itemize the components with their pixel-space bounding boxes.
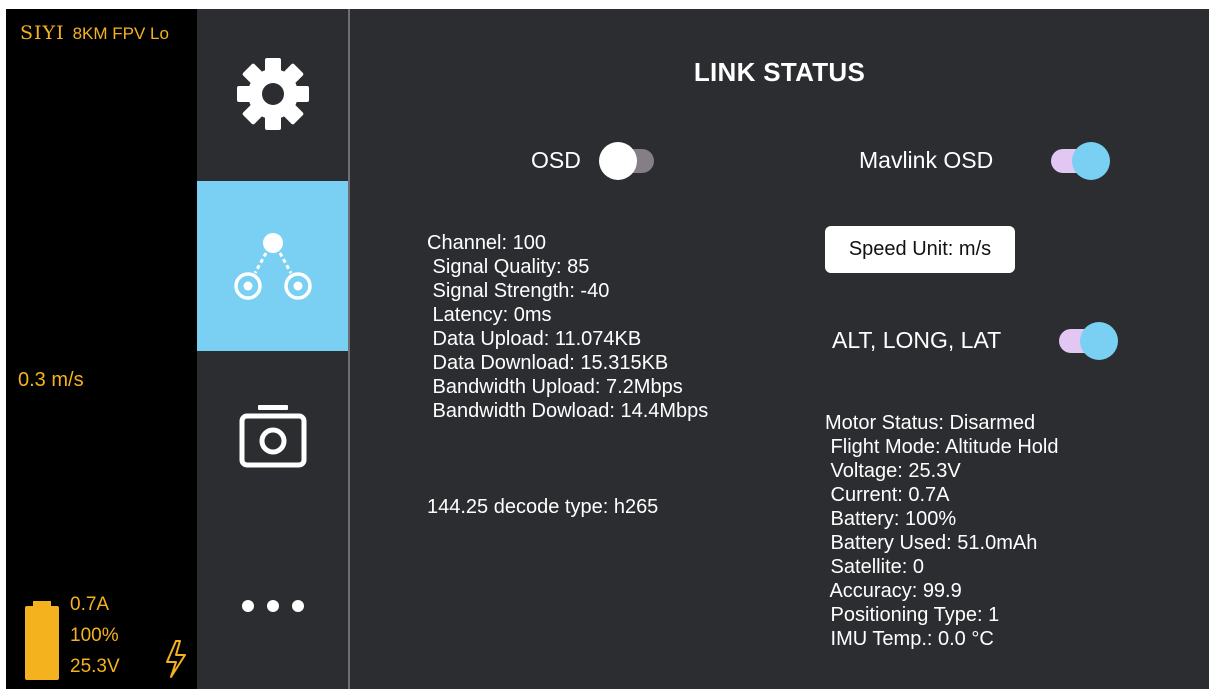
sidebar xyxy=(197,9,348,689)
flight-info-line: Current: 0.7A xyxy=(825,484,950,506)
link-nodes-icon xyxy=(233,233,312,300)
flight-info-line: IMU Temp.: 0.0 °C xyxy=(825,628,994,650)
link-info-line: Bandwidth Dowload: 14.4Mbps xyxy=(427,400,709,422)
battery-voltage: 25.3V xyxy=(70,656,120,677)
speed-readout: 0.3 m/s xyxy=(18,369,84,391)
sidebar-item-more[interactable] xyxy=(197,521,348,689)
sidebar-item-settings[interactable] xyxy=(197,9,348,179)
battery-icon xyxy=(25,601,59,680)
link-info-line: Data Upload: 11.074KB xyxy=(427,328,642,350)
mavlink-osd-toggle[interactable] xyxy=(1051,142,1110,180)
link-info-line: Channel: 100 xyxy=(427,232,546,254)
app-screen: SIYI 8KM FPV Lo 0.3 m/s 0.7A 100% 25.3V xyxy=(6,9,1209,689)
link-info-line: Latency: 0ms xyxy=(427,304,552,326)
flight-info-line: Flight Mode: Altitude Hold xyxy=(825,436,1059,458)
link-info-line: Signal Strength: -40 xyxy=(427,280,610,302)
flight-info-line: Satellite: 0 xyxy=(825,556,924,578)
flight-info-line: Battery Used: 51.0mAh xyxy=(825,532,1038,554)
flight-info-line: Voltage: 25.3V xyxy=(825,460,961,482)
gear-icon xyxy=(236,58,309,130)
brand-text: 8KM FPV Lo xyxy=(72,24,169,43)
sidebar-item-link-status[interactable] xyxy=(197,181,348,351)
mavlink-osd-label: Mavlink OSD xyxy=(859,147,994,173)
link-info-list: Channel: 100 Signal Quality: 85 Signal S… xyxy=(427,231,708,423)
brand-logo: SIYI xyxy=(20,22,65,44)
alt-long-lat-toggle[interactable] xyxy=(1059,322,1118,360)
flight-info-line: Accuracy: 99.9 xyxy=(825,580,962,602)
decode-type: 144.25 decode type: h265 xyxy=(427,496,659,518)
speed-unit-button[interactable]: Speed Unit: m/s xyxy=(825,226,1015,273)
more-dots-icon xyxy=(241,600,304,612)
charging-bolt-icon xyxy=(166,640,186,678)
flight-info-list: Motor Status: Disarmed Flight Mode: Alti… xyxy=(825,411,1058,651)
battery-percent: 100% xyxy=(70,625,119,646)
osd-label: OSD xyxy=(531,147,581,173)
brand: SIYI 8KM FPV Lo xyxy=(20,22,169,44)
video-feed: SIYI 8KM FPV Lo 0.3 m/s 0.7A 100% 25.3V xyxy=(6,9,197,689)
link-info-line: Signal Quality: 85 xyxy=(427,256,590,278)
battery-current: 0.7A xyxy=(70,594,110,615)
link-status-panel: LINK STATUS OSD Mavlink OSD Channel: 100… xyxy=(350,9,1209,689)
flight-info-line: Battery: 100% xyxy=(825,508,957,530)
alt-long-lat-label: ALT, LONG, LAT xyxy=(832,327,1002,353)
sidebar-item-camera[interactable] xyxy=(197,351,348,521)
flight-info-line: Positioning Type: 1 xyxy=(825,604,1000,626)
flight-info-line: Motor Status: Disarmed xyxy=(825,412,1036,434)
camera-icon xyxy=(239,405,306,468)
osd-toggle[interactable] xyxy=(599,142,654,180)
link-info-line: Bandwidth Upload: 7.2Mbps xyxy=(427,376,683,398)
link-info-line: Data Download: 15.315KB xyxy=(427,352,669,374)
page-title: LINK STATUS xyxy=(693,57,866,87)
